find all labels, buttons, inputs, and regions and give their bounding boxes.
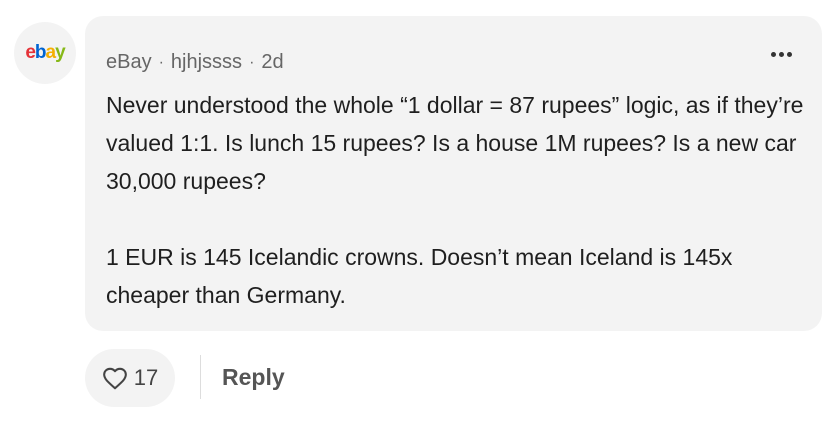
avatar[interactable]: ebay xyxy=(14,22,76,84)
comment-meta: eBay · hjhjssss · 2d xyxy=(106,51,284,74)
avatar-logo-e: e xyxy=(25,42,36,63)
comment-paragraph: Never understood the whole “1 dollar = 8… xyxy=(106,92,804,194)
meta-separator: · xyxy=(249,53,255,71)
comment-bubble: eBay · hjhjssss · 2d Never understood th… xyxy=(85,16,822,331)
like-button[interactable]: 17 xyxy=(85,349,175,407)
action-divider xyxy=(200,355,201,399)
avatar-logo-y: y xyxy=(55,42,66,63)
more-options-icon[interactable] xyxy=(771,52,792,57)
meta-separator: · xyxy=(158,53,164,71)
reply-button[interactable]: Reply xyxy=(222,364,285,391)
like-count: 17 xyxy=(133,365,159,390)
avatar-logo-b: b xyxy=(34,42,47,63)
avatar-logo-a: a xyxy=(45,42,57,63)
username[interactable]: hjhjssss xyxy=(171,51,242,74)
comment-body: Never understood the whole “1 dollar = 8… xyxy=(106,86,806,314)
heart-icon xyxy=(102,366,128,390)
timestamp: 2d xyxy=(261,51,284,73)
author-name[interactable]: eBay xyxy=(106,51,152,74)
comment-paragraph: 1 EUR is 145 Icelandic crowns. Doesn’t m… xyxy=(106,244,733,308)
